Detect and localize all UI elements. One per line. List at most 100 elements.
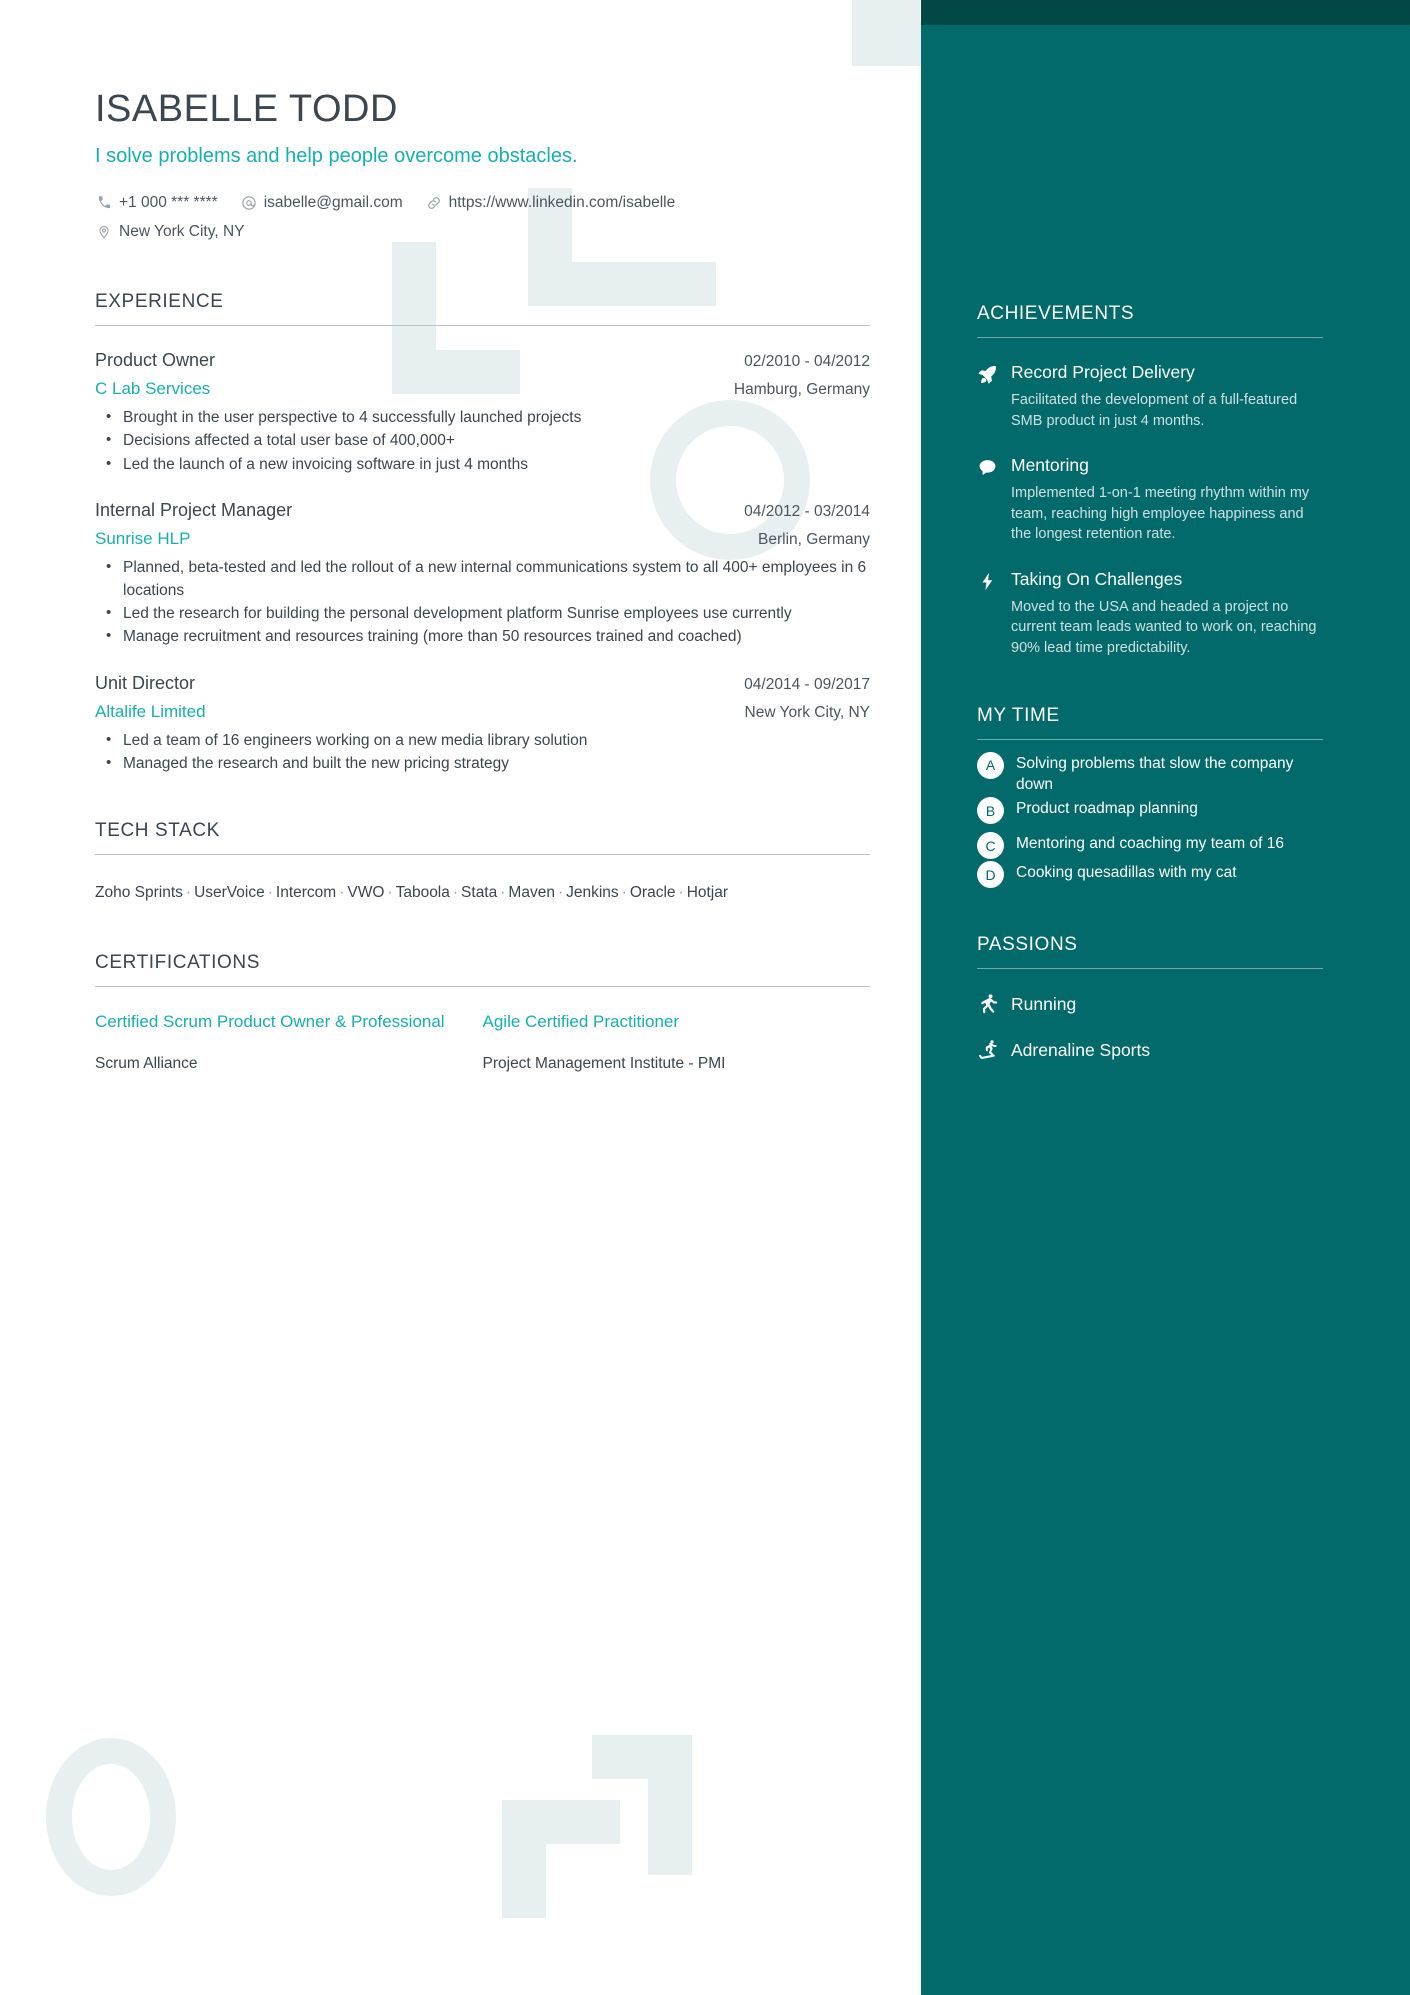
sidebar-top-band: [921, 0, 1410, 25]
page-title: ISABELLE TODD: [95, 88, 398, 130]
tech-stack-item: Intercom: [275, 883, 337, 901]
achievement-title: Record Project Delivery: [1011, 362, 1195, 382]
tech-stack-separator: ·: [621, 883, 627, 901]
section-experience: EXPERIENCE Product Owner 02/2010 - 04/20…: [95, 291, 870, 776]
certification-org: Scrum Alliance: [95, 1054, 198, 1072]
resume-main-column: ISABELLE TODD I solve problems and help …: [0, 0, 921, 1995]
location-pin-icon: [95, 223, 113, 241]
job-bullets: Brought in the user perspective to 4 suc…: [95, 406, 870, 476]
job-role: Internal Project Manager: [95, 500, 293, 521]
tech-stack-item: Hotjar: [686, 883, 729, 901]
contact-location[interactable]: New York City, NY: [95, 217, 244, 246]
section-certifications: CERTIFICATIONS Certified Scrum Product O…: [95, 952, 870, 1073]
speech-bubble-icon: [977, 455, 1011, 545]
tech-stack-separator: ·: [387, 883, 393, 901]
job-role: Product Owner: [95, 349, 216, 370]
job-bullets: Planned, beta-tested and led the rollout…: [95, 556, 870, 649]
section-divider: [95, 853, 870, 855]
contact-link-value: https://www.linkedin.com/isabelle: [448, 193, 676, 211]
job-location: Berlin, Germany: [758, 531, 870, 549]
section-divider: [977, 337, 1323, 338]
lightning-bolt-icon: [977, 569, 1011, 659]
achievement-entry: Mentoring Implemented 1-on-1 meeting rhy…: [977, 455, 1323, 545]
passion-entry: Running: [977, 993, 1323, 1015]
tech-stack-separator: ·: [185, 883, 192, 901]
job-bullet: Decisions affected a total user base of …: [106, 429, 870, 452]
tech-stack-item: Maven: [508, 883, 555, 901]
experience-entry: Unit Director 04/2014 - 09/2017 Altalife…: [95, 673, 870, 776]
job-bullet: Led the launch of a new invoicing softwa…: [106, 453, 870, 476]
skateboard-icon: [977, 1039, 1011, 1061]
job-bullet: Brought in the user perspective to 4 suc…: [106, 406, 870, 429]
my-time-entry: B Product roadmap planning: [977, 797, 1323, 825]
section-my-time: MY TIME A Solving problems that slow the…: [977, 705, 1323, 889]
contact-phone-value: +1 000 *** ****: [119, 193, 218, 211]
job-bullet: Led a team of 16 engineers working on a …: [106, 729, 870, 752]
my-time-label: Product roadmap planning: [1016, 800, 1198, 818]
tagline: I solve problems and help people overcom…: [95, 144, 578, 167]
job-bullet: Managed the research and built the new p…: [106, 752, 870, 775]
tech-stack-item: Zoho Sprints: [95, 883, 183, 901]
section-passions: PASSIONS Running Adrenaline Sports: [977, 934, 1323, 1061]
sidebar-content: ACHIEVEMENTS Record Project Delivery Fac…: [977, 303, 1323, 1061]
tech-stack-separator: ·: [339, 883, 345, 901]
job-bullet: Led the research for building the person…: [106, 602, 870, 625]
my-time-badge: B: [977, 797, 1004, 825]
contact-location-value: New York City, NY: [119, 223, 245, 241]
section-achievements: ACHIEVEMENTS Record Project Delivery Fac…: [977, 303, 1323, 659]
my-time-badge: D: [977, 861, 1004, 889]
tech-stack-item: UserVoice: [194, 883, 265, 901]
achievement-description: Facilitated the development of a full-fe…: [1011, 392, 1298, 429]
tech-stack-separator: ·: [678, 883, 684, 901]
achievement-description: Implemented 1-on-1 meeting rhythm within…: [1011, 485, 1310, 543]
job-company: Altalife Limited: [95, 701, 206, 721]
link-icon: [425, 194, 443, 212]
my-time-label: Solving problems that slow the company d…: [1016, 754, 1294, 793]
job-date: 04/2014 - 09/2017: [744, 675, 870, 693]
job-date: 02/2010 - 04/2012: [744, 352, 870, 370]
job-bullet: Manage recruitment and resources trainin…: [106, 625, 870, 648]
certification-entry: Certified Scrum Product Owner & Professi…: [95, 1011, 483, 1073]
achievement-title: Mentoring: [1011, 455, 1089, 476]
experience-entry: Internal Project Manager 04/2012 - 03/20…: [95, 500, 870, 649]
contact-link[interactable]: https://www.linkedin.com/isabelle: [425, 188, 676, 217]
tech-stack-separator: ·: [500, 883, 506, 901]
section-title-experience: EXPERIENCE: [95, 290, 224, 312]
certification-name: Certified Scrum Product Owner & Professi…: [95, 1011, 445, 1031]
section-title-passions: PASSIONS: [977, 934, 1078, 956]
my-time-entry: C Mentoring and coaching my team of 16: [977, 832, 1323, 860]
tech-stack-separator: ·: [267, 883, 273, 901]
my-time-badge: A: [977, 751, 1004, 779]
achievement-title: Taking On Challenges: [1011, 568, 1183, 589]
job-role: Unit Director: [95, 672, 196, 693]
section-divider: [977, 968, 1323, 970]
running-icon: [977, 993, 1011, 1015]
job-location: New York City, NY: [744, 703, 870, 721]
certification-org: Project Management Institute - PMI: [482, 1054, 726, 1072]
contact-phone[interactable]: +1 000 *** ****: [95, 188, 218, 217]
contact-row: +1 000 *** **** isabelle@gmail.com https…: [95, 188, 870, 247]
job-company: Sunrise HLP: [95, 529, 191, 549]
achievement-description: Moved to the USA and headed a project no…: [1011, 598, 1317, 657]
contact-email-value: isabelle@gmail.com: [263, 193, 403, 211]
tech-stack-item: Oracle: [629, 883, 676, 901]
my-time-label: Cooking quesadillas with my cat: [1016, 864, 1237, 882]
achievement-entry: Taking On Challenges Moved to the USA an…: [977, 569, 1323, 659]
tech-stack-item: Taboola: [395, 883, 450, 901]
contact-email[interactable]: isabelle@gmail.com: [240, 188, 403, 217]
tech-stack-separator: ·: [557, 883, 564, 901]
job-date: 04/2012 - 03/2014: [744, 503, 870, 521]
achievement-entry: Record Project Delivery Facilitated the …: [977, 362, 1323, 431]
section-divider: [95, 324, 870, 326]
my-time-entry: D Cooking quesadillas with my cat: [977, 861, 1323, 889]
certification-entry: Agile Certified Practitioner Project Man…: [483, 1011, 871, 1073]
tech-stack-item: Jenkins: [566, 883, 619, 901]
passion-entry: Adrenaline Sports: [977, 1039, 1323, 1061]
job-location: Hamburg, Germany: [733, 380, 870, 398]
tech-stack-item: Stata: [461, 883, 498, 901]
my-time-label: Mentoring and coaching my team of 16: [1016, 835, 1284, 853]
job-company: C Lab Services: [95, 378, 211, 398]
section-tech-stack: TECH STACK Zoho Sprints · UserVoice · Interc…: [95, 820, 870, 908]
job-bullets: Led a team of 16 engineers working on a …: [95, 729, 870, 776]
passion-label: Adrenaline Sports: [1011, 1039, 1151, 1060]
